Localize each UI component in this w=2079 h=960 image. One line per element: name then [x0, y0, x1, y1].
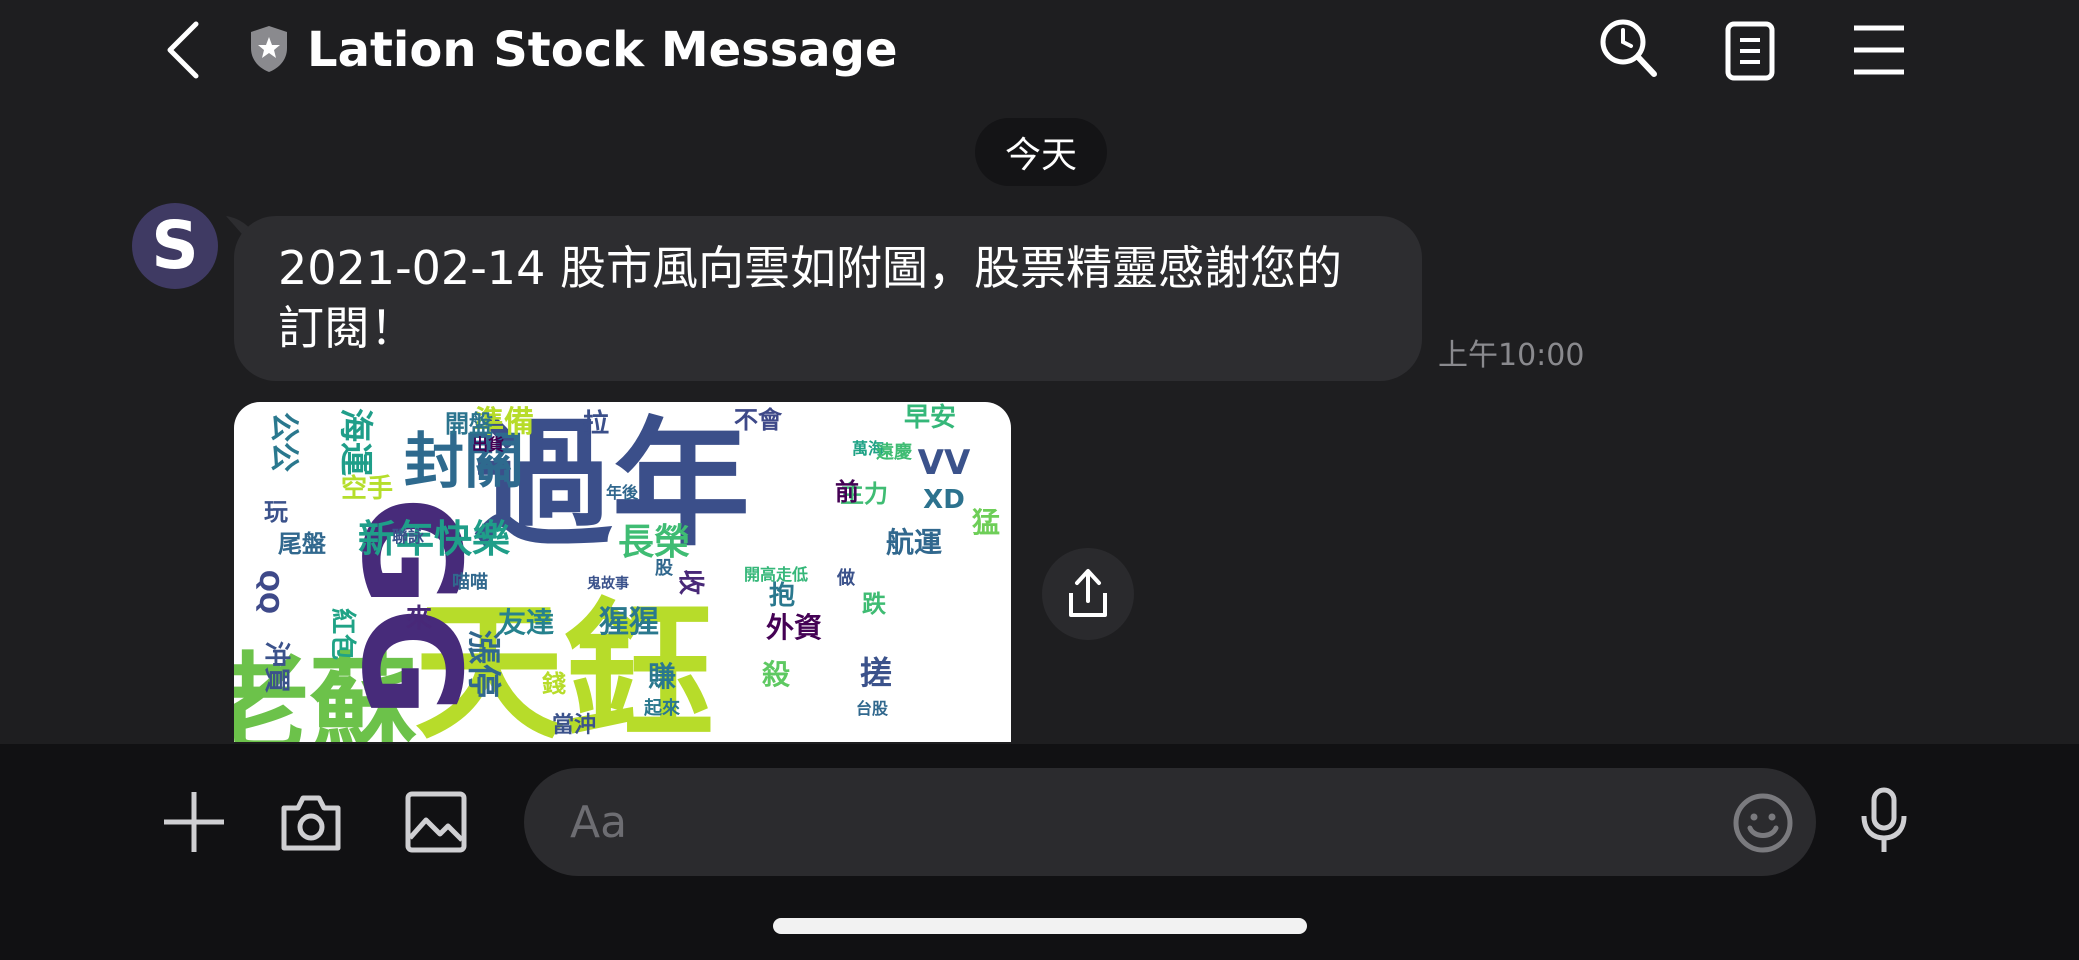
wordcloud-word: 空手 [341, 473, 393, 504]
message-bubble[interactable]: 2021-02-14 股市風向雲如附圖，股票精靈感謝您的訂閱！ [234, 216, 1422, 381]
wordcloud-word: 玩 [264, 498, 288, 526]
wordcloud-word: 來 [406, 604, 432, 634]
emoji-icon[interactable] [1732, 792, 1794, 854]
camera-icon[interactable] [278, 790, 344, 854]
wordcloud-word: VV [918, 443, 971, 483]
wordcloud-word: 猛 [972, 506, 1000, 539]
wordcloud-word: 賺 [648, 660, 676, 693]
wordcloud-word: 喵喵 [452, 572, 488, 593]
wordcloud-word: 拉 [583, 408, 609, 439]
wordcloud-word: 聯詠 [392, 527, 424, 546]
wordcloud-word: 不會 [734, 406, 783, 434]
back-chevron-icon[interactable] [160, 20, 206, 80]
date-separator: 今天 [975, 118, 1107, 186]
share-button[interactable] [1042, 548, 1134, 640]
wordcloud-word: 起來 [643, 697, 680, 719]
plus-icon[interactable] [162, 790, 226, 854]
wordcloud-word: 收 [675, 569, 705, 595]
wordcloud-word: 新年快樂 [358, 517, 511, 561]
wordcloud-word: 開高走低 [744, 565, 808, 584]
wordcloud-word: 抱 [769, 581, 795, 611]
wordcloud-word: 開盤 [445, 410, 494, 438]
message-input[interactable] [568, 795, 1672, 849]
avatar[interactable]: S [132, 203, 218, 289]
wordcloud-word: XD [923, 485, 965, 515]
wordcloud-word: 友達 [498, 606, 554, 639]
wordcloud-word: 前 [835, 478, 859, 506]
message-text: 2021-02-14 股市風向雲如附圖，股票精靈感謝您的訂閱！ [278, 241, 1342, 355]
message-input-field[interactable] [524, 768, 1816, 876]
chat-title: Lation Stock Message [307, 22, 898, 78]
wordcloud-word: 早安 [904, 403, 956, 433]
wordcloud-image[interactable]: 過年 天鈺 老蘇 GG 封關 新年快樂 長榮 準備 開盤拉不會 早安 VV XD 主力 航運猛海運 公公 空手… [234, 402, 1011, 742]
wordcloud-word: 做 [836, 567, 856, 589]
image-icon[interactable] [404, 790, 468, 854]
home-indicator[interactable] [773, 918, 1307, 934]
wordcloud-word: 漲停 [463, 630, 503, 698]
wordcloud-word: 紅包 [327, 608, 358, 660]
wordcloud-word: 錢 [542, 670, 566, 698]
wordcloud-word: 台股 [856, 699, 889, 718]
wordcloud-word: 遠慶 [876, 441, 912, 463]
wordcloud-word: 公公 [266, 412, 301, 472]
notes-icon[interactable] [1724, 20, 1776, 82]
wordcloud-word: 尾盤 [278, 530, 327, 558]
wordcloud-word: 年後 [606, 483, 639, 502]
avatar-letter: S [151, 207, 199, 284]
wordcloud-word: 長榮 [618, 522, 690, 563]
wordcloud-canvas: 過年天鈺老蘇GG封關新年快樂 長榮準備開盤拉不會 早安VVXD主力航運猛海運公公空手… [234, 403, 1000, 742]
message-time: 上午10:00 [1438, 338, 1585, 373]
menu-icon[interactable] [1852, 22, 1906, 78]
wordcloud-word: 搓 [860, 654, 892, 692]
wordcloud-word: QQ [253, 570, 283, 614]
microphone-icon[interactable] [1860, 786, 1908, 854]
wordcloud-word: 海運 [335, 408, 375, 476]
wordcloud-word: 跌 [862, 590, 887, 618]
wordcloud-word: 出貨 [472, 435, 504, 454]
wordcloud-word: 沖買 [261, 641, 291, 693]
search-clock-icon[interactable] [1596, 16, 1660, 80]
wordcloud-word: 猩猩 [599, 605, 659, 640]
wordcloud-word: 殺 [762, 658, 791, 691]
wordcloud-word: 鬼故事 [587, 575, 629, 592]
verified-shield-icon [248, 24, 290, 74]
share-icon [1069, 569, 1107, 617]
wordcloud-word: 航運 [886, 526, 942, 559]
wordcloud-word: 股 [654, 558, 674, 579]
wordcloud-word: 當沖 [552, 712, 596, 738]
wordcloud-word: 外資 [766, 611, 822, 644]
